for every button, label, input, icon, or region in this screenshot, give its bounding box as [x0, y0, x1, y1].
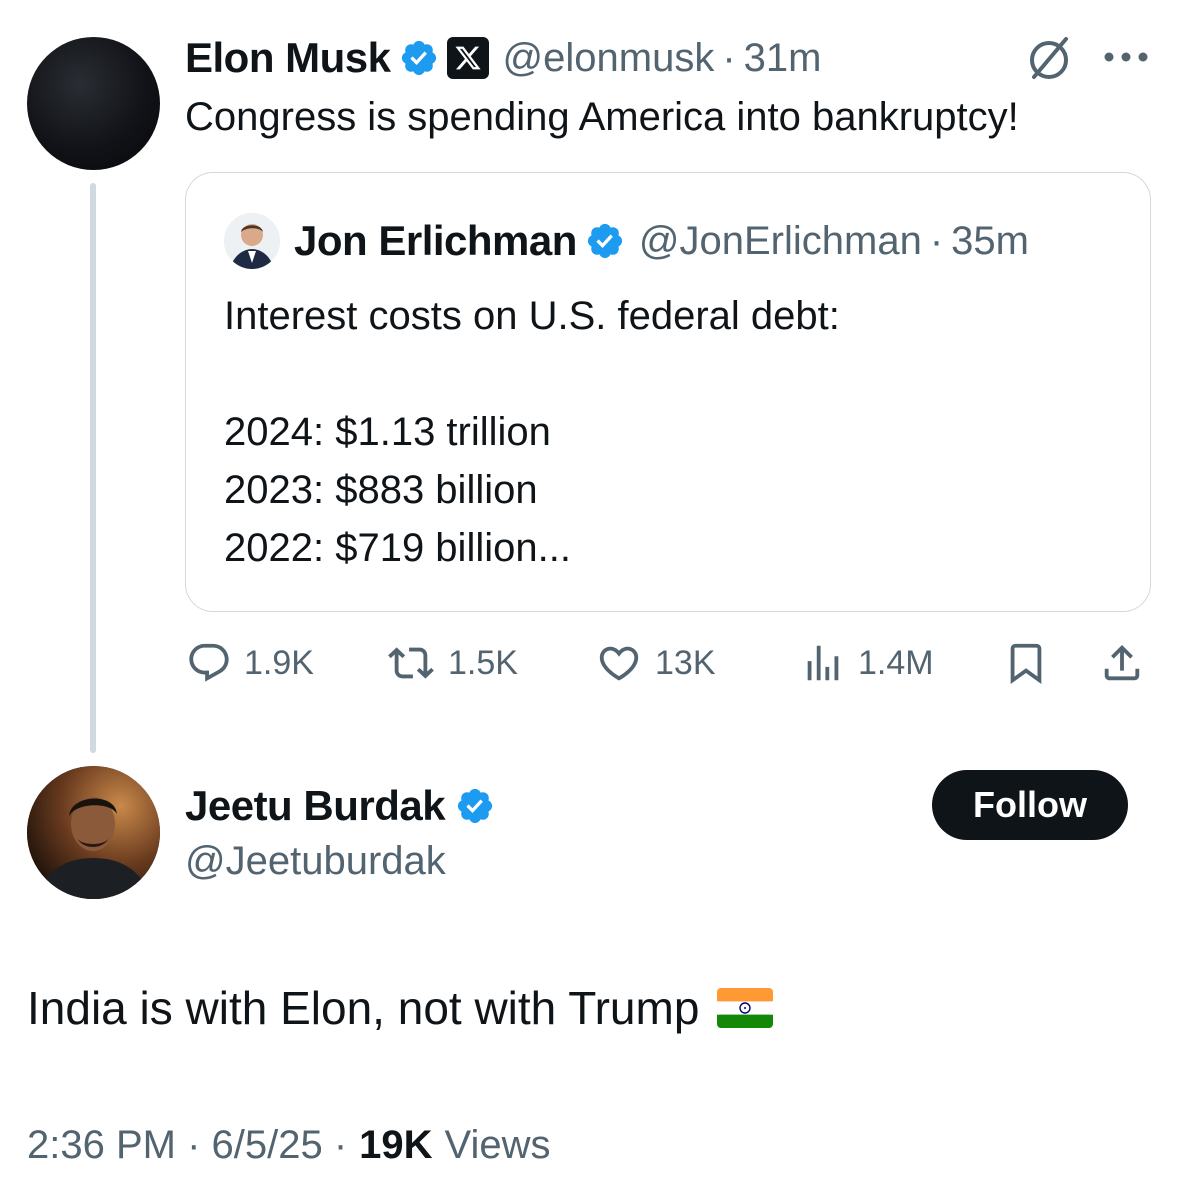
author-handle[interactable]: @elonmusk	[503, 36, 715, 81]
bookmark-icon	[1010, 643, 1042, 684]
parent-tweet-header: Elon Musk @elonmusk · 31m	[185, 30, 821, 86]
repost-icon	[388, 647, 434, 679]
analytics-icon	[807, 645, 839, 681]
quoted-author-name[interactable]: Jon Erlichman	[294, 217, 577, 265]
views-label: Views	[444, 1122, 551, 1167]
repost-count: 1.5K	[448, 643, 518, 682]
elon-musk-avatar[interactable]	[27, 37, 160, 170]
quoted-tweet-card[interactable]: Jon Erlichman @JonErlichman · 35m Intere…	[185, 172, 1151, 612]
india-flag-icon	[717, 988, 774, 1028]
dot-separator: ·	[722, 35, 736, 80]
tweet-time[interactable]: 31m	[744, 36, 822, 81]
tweet-timestamp[interactable]: 2:36 PM · 6/5/25 ·	[27, 1123, 347, 1168]
verified-badge-icon	[455, 786, 495, 826]
share-icon	[1104, 644, 1140, 681]
reply-icon	[189, 643, 229, 682]
share-button[interactable]	[1099, 640, 1145, 691]
reply-button[interactable]: 1.9K	[186, 640, 314, 686]
x-affiliate-icon	[446, 37, 489, 79]
views-button[interactable]: 1.4M	[800, 640, 934, 686]
reply-author-name[interactable]: Jeetu Burdak	[185, 782, 446, 830]
quoted-line: Interest costs on U.S. federal debt:	[224, 294, 840, 338]
like-button[interactable]: 13K	[595, 640, 716, 686]
repost-button[interactable]: 1.5K	[386, 640, 518, 686]
views-count-total: 19K	[359, 1122, 433, 1167]
like-count: 13K	[655, 643, 716, 682]
verified-badge-icon	[585, 221, 625, 261]
author-name[interactable]: Elon Musk	[185, 34, 391, 82]
dot-separator: ·	[929, 218, 944, 263]
quoted-tweet-header: Jon Erlichman @JonErlichman · 35m	[294, 213, 1029, 269]
jon-erlichman-avatar[interactable]	[224, 213, 280, 269]
thread-line	[90, 183, 96, 753]
bookmark-button[interactable]	[1003, 640, 1049, 691]
tweet-meta-row: 2:36 PM · 6/5/25 · 19K Views	[27, 1120, 551, 1170]
follow-button[interactable]: Follow	[932, 770, 1128, 840]
verified-badge-icon	[399, 38, 439, 78]
reply-author-row: Jeetu Burdak	[185, 780, 495, 832]
quoted-line	[224, 345, 840, 403]
jeetu-burdak-avatar[interactable]	[27, 766, 160, 899]
reply-tweet-text-row: India is with Elon, not with Trump	[27, 978, 774, 1038]
more-options-icon[interactable]	[1101, 45, 1151, 74]
grok-icon[interactable]	[1024, 33, 1074, 88]
reply-author-handle[interactable]: @Jeetuburdak	[185, 835, 446, 887]
reply-count: 1.9K	[244, 643, 314, 682]
views-count: 1.4M	[858, 643, 934, 682]
reply-tweet-text: India is with Elon, not with Trump	[27, 982, 700, 1034]
quoted-line: 2024: $1.13 trillion	[224, 410, 551, 454]
quoted-author-handle[interactable]: @JonErlichman	[639, 219, 922, 264]
parent-tweet-text: Congress is spending America into bankru…	[185, 95, 1019, 139]
quoted-tweet-time[interactable]: 35m	[951, 219, 1029, 264]
quoted-line: 2023: $883 billion	[224, 468, 538, 512]
quoted-line: 2022: $719 billion...	[224, 526, 571, 570]
heart-icon	[599, 646, 639, 681]
quoted-tweet-text: Interest costs on U.S. federal debt: 202…	[224, 287, 840, 577]
